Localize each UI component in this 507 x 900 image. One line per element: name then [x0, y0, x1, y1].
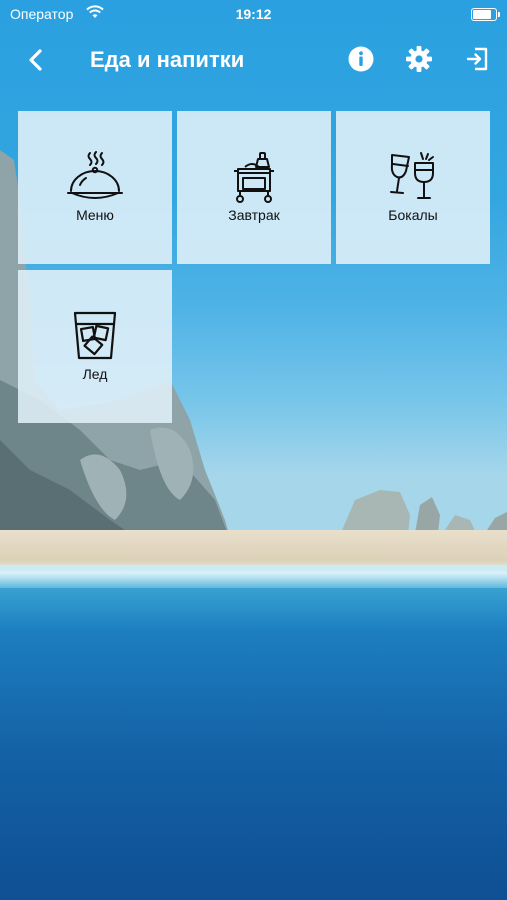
logout-icon[interactable] [464, 45, 492, 73]
tile-label: Завтрак [228, 207, 280, 223]
wine-glasses-icon [390, 152, 434, 199]
breakfast-cart-icon [234, 152, 274, 203]
tile-ice[interactable]: Лед [18, 270, 172, 423]
tile-label: Лед [82, 366, 108, 382]
tile-glasses[interactable]: Бокалы [336, 111, 490, 264]
tile-menu[interactable]: Меню [18, 111, 172, 264]
info-icon[interactable] [347, 45, 375, 73]
battery-icon [471, 8, 500, 21]
tile-label: Бокалы [388, 207, 438, 223]
tile-label: Меню [76, 207, 114, 223]
ice-glass-icon [73, 311, 117, 360]
tile-breakfast[interactable]: Завтрак [177, 111, 331, 264]
cloche-icon [67, 151, 123, 199]
page-title: Еда и напитки [90, 47, 245, 72]
gear-icon[interactable] [405, 45, 433, 73]
clock: 19:12 [235, 6, 272, 22]
status-bar: Оператор 19:12 [0, 0, 507, 28]
nav-bar: Еда и напитки [0, 28, 507, 92]
chevron-left-icon[interactable] [22, 46, 50, 74]
